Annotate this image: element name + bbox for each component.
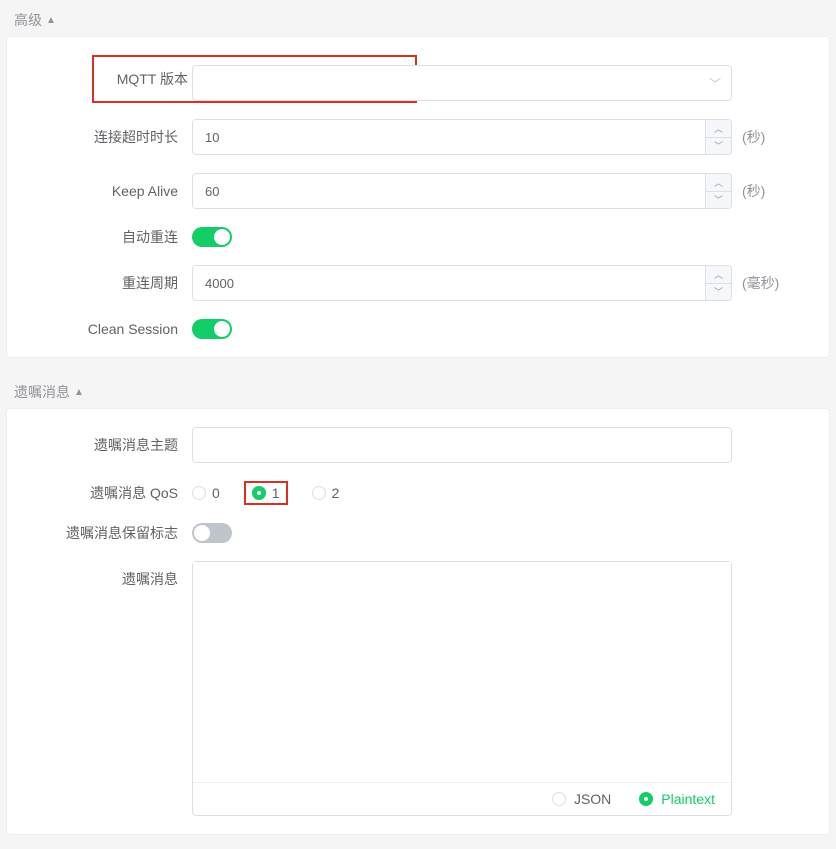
connect-timeout-row: 连接超时时长 ︿ ﹀ (秒) [17,119,809,155]
qos-radio-1[interactable]: 1 [252,485,280,501]
toggle-knob-icon [214,321,230,337]
stepper-down-icon[interactable]: ﹀ [706,138,731,155]
format-plaintext-label: Plaintext [661,791,715,807]
format-json-label: JSON [574,791,611,807]
auto-reconnect-row: 自动重连 [17,227,809,247]
section-header-will[interactable]: 遗嘱消息 ▲ [0,372,836,408]
clean-session-label: Clean Session [17,321,192,337]
clean-session-toggle[interactable] [192,319,232,339]
connect-timeout-input-wrap: ︿ ﹀ [192,119,732,155]
mqtt-version-select[interactable]: . ﹀ [192,65,732,101]
keep-alive-label: Keep Alive [17,183,192,199]
clean-session-row: Clean Session [17,319,809,339]
qos-radio-1-highlight: 1 [244,481,288,505]
chevron-down-icon: ﹀ [709,75,721,92]
qos-radio-2[interactable]: 2 [312,485,340,501]
connect-timeout-label: 连接超时时长 [17,127,192,147]
stepper-down-icon[interactable]: ﹀ [706,284,731,301]
section-header-advanced[interactable]: 高级 ▲ [0,0,836,36]
will-payload-label: 遗嘱消息 [17,561,192,589]
stepper-down-icon[interactable]: ﹀ [706,192,731,209]
reconnect-period-input-wrap: ︿ ﹀ [192,265,732,301]
qos-2-label: 2 [332,485,340,501]
keep-alive-unit: (秒) [742,181,765,201]
reconnect-period-row: 重连周期 ︿ ﹀ (毫秒) [17,265,809,301]
will-topic-input[interactable] [192,427,732,463]
stepper-up-icon[interactable]: ︿ [706,120,731,138]
keep-alive-stepper: ︿ ﹀ [705,174,731,208]
reconnect-period-label: 重连周期 [17,273,192,293]
qos-1-label: 1 [272,485,280,501]
will-qos-radio-group: 0 1 2 [192,481,339,505]
will-qos-label: 遗嘱消息 QoS [17,483,192,503]
will-retain-toggle[interactable] [192,523,232,543]
radio-icon [552,792,566,806]
connect-timeout-input[interactable] [193,120,705,154]
keep-alive-input-wrap: ︿ ﹀ [192,173,732,209]
stepper-up-icon[interactable]: ︿ [706,266,731,284]
toggle-knob-icon [194,525,210,541]
keep-alive-input[interactable] [193,174,705,208]
will-topic-label: 遗嘱消息主题 [17,435,192,455]
caret-up-icon: ▲ [74,387,84,398]
will-retain-label: 遗嘱消息保留标志 [17,523,192,543]
stepper-up-icon[interactable]: ︿ [706,174,731,192]
connect-timeout-stepper: ︿ ﹀ [705,120,731,154]
will-qos-row: 遗嘱消息 QoS 0 1 2 [17,481,809,505]
will-payload-box: JSON Plaintext [192,561,732,816]
reconnect-period-stepper: ︿ ﹀ [705,266,731,300]
keep-alive-row: Keep Alive ︿ ﹀ (秒) [17,173,809,209]
format-plaintext-radio[interactable]: Plaintext [639,791,715,807]
will-retain-row: 遗嘱消息保留标志 [17,523,809,543]
qos-0-label: 0 [212,485,220,501]
will-payload-textarea[interactable] [193,562,731,782]
radio-icon [312,486,326,500]
reconnect-period-unit: (毫秒) [742,273,779,293]
section-title-will: 遗嘱消息 [14,382,70,402]
reconnect-period-input[interactable] [193,266,705,300]
toggle-knob-icon [214,229,230,245]
format-json-radio[interactable]: JSON [552,791,611,807]
advanced-panel: MQTT 版本 3.1.1 x . ﹀ 连接超时时长 ︿ ﹀ [6,36,830,358]
radio-checked-icon [639,792,653,806]
section-title-advanced: 高级 [14,10,42,30]
qos-radio-0[interactable]: 0 [192,485,220,501]
radio-icon [192,486,206,500]
mqtt-version-label: MQTT 版本 [94,69,202,89]
will-panel: 遗嘱消息主题 遗嘱消息 QoS 0 1 2 [6,408,830,835]
auto-reconnect-toggle[interactable] [192,227,232,247]
caret-up-icon: ▲ [46,15,56,26]
connect-timeout-unit: (秒) [742,127,765,147]
will-topic-row: 遗嘱消息主题 [17,427,809,463]
auto-reconnect-label: 自动重连 [17,227,192,247]
radio-checked-icon [252,486,266,500]
will-payload-row: 遗嘱消息 JSON Plaintext [17,561,809,816]
payload-format-footer: JSON Plaintext [193,782,731,815]
